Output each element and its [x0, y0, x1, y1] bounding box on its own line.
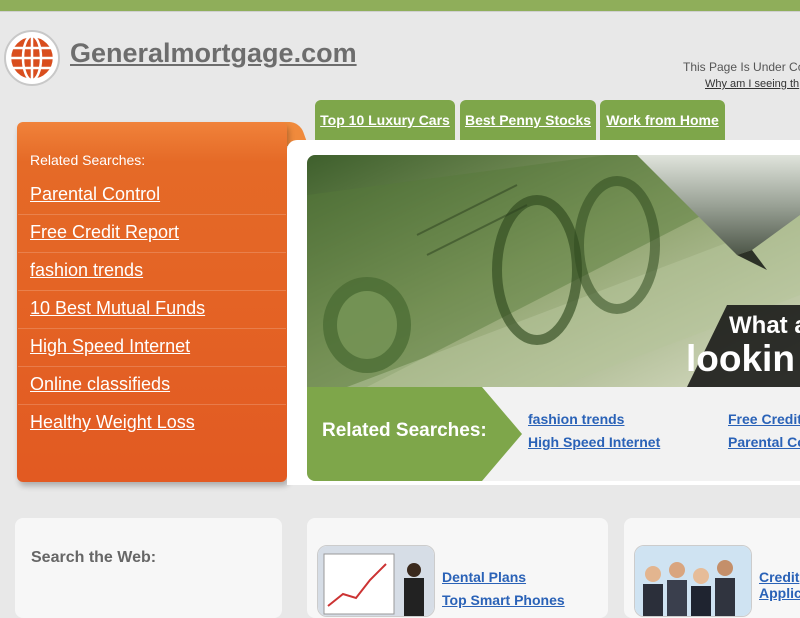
link-credit[interactable]: Credit	[759, 569, 799, 585]
side-item: Online classifieds	[18, 367, 286, 405]
side-item: Healthy Weight Loss	[18, 405, 286, 442]
side-link-free-credit-report[interactable]: Free Credit Report	[30, 222, 179, 243]
side-link-parental-control[interactable]: Parental Control	[30, 184, 160, 205]
globe-icon[interactable]	[4, 30, 60, 86]
side-link-online-classifieds[interactable]: Online classifieds	[30, 374, 170, 395]
side-link-high-speed-internet[interactable]: High Speed Internet	[30, 336, 190, 357]
related-link-free-credit[interactable]: Free Credit	[728, 411, 800, 427]
side-item: 10 Best Mutual Funds	[18, 291, 286, 329]
side-item: Free Credit Report	[18, 215, 286, 253]
side-item: fashion trends	[18, 253, 286, 291]
under-construction-text: This Page Is Under Co	[683, 60, 800, 74]
tab-top-10-luxury-cars[interactable]: Top 10 Luxury Cars	[315, 100, 455, 140]
tab-best-penny-stocks[interactable]: Best Penny Stocks	[460, 100, 596, 140]
why-seeing-link[interactable]: Why am I seeing th	[705, 78, 799, 90]
related-link-high-speed-internet[interactable]: High Speed Internet	[528, 434, 660, 450]
search-web-label: Search the Web:	[31, 549, 157, 566]
site-name-link[interactable]: Generalmortgage.com	[70, 38, 357, 69]
tab-work-from-home[interactable]: Work from Home	[600, 100, 725, 140]
side-link-healthy-weight-loss[interactable]: Healthy Weight Loss	[30, 412, 195, 433]
top-accent-bar	[0, 0, 800, 11]
link-applic[interactable]: Applic	[759, 585, 800, 601]
side-link-fashion-trends[interactable]: fashion trends	[30, 260, 143, 281]
business-people-image	[634, 545, 752, 617]
chart-presentation-image	[317, 545, 435, 617]
related-link-fashion-trends[interactable]: fashion trends	[528, 411, 624, 427]
related-link-parental-control[interactable]: Parental Co	[728, 434, 800, 450]
link-dental-plans[interactable]: Dental Plans	[442, 569, 526, 585]
hero-headline-line2: lookin	[686, 338, 795, 379]
side-link-best-mutual-funds[interactable]: 10 Best Mutual Funds	[30, 298, 205, 319]
top-divider	[0, 11, 800, 12]
related-searches-label: Related Searches:	[322, 420, 487, 441]
side-item: High Speed Internet	[18, 329, 286, 367]
side-panel-title: Related Searches:	[30, 152, 146, 168]
search-box-panel	[15, 518, 282, 618]
link-top-smart-phones[interactable]: Top Smart Phones	[442, 592, 565, 608]
hero-headline-line1: What a	[729, 312, 800, 339]
side-item: Parental Control	[18, 177, 286, 215]
